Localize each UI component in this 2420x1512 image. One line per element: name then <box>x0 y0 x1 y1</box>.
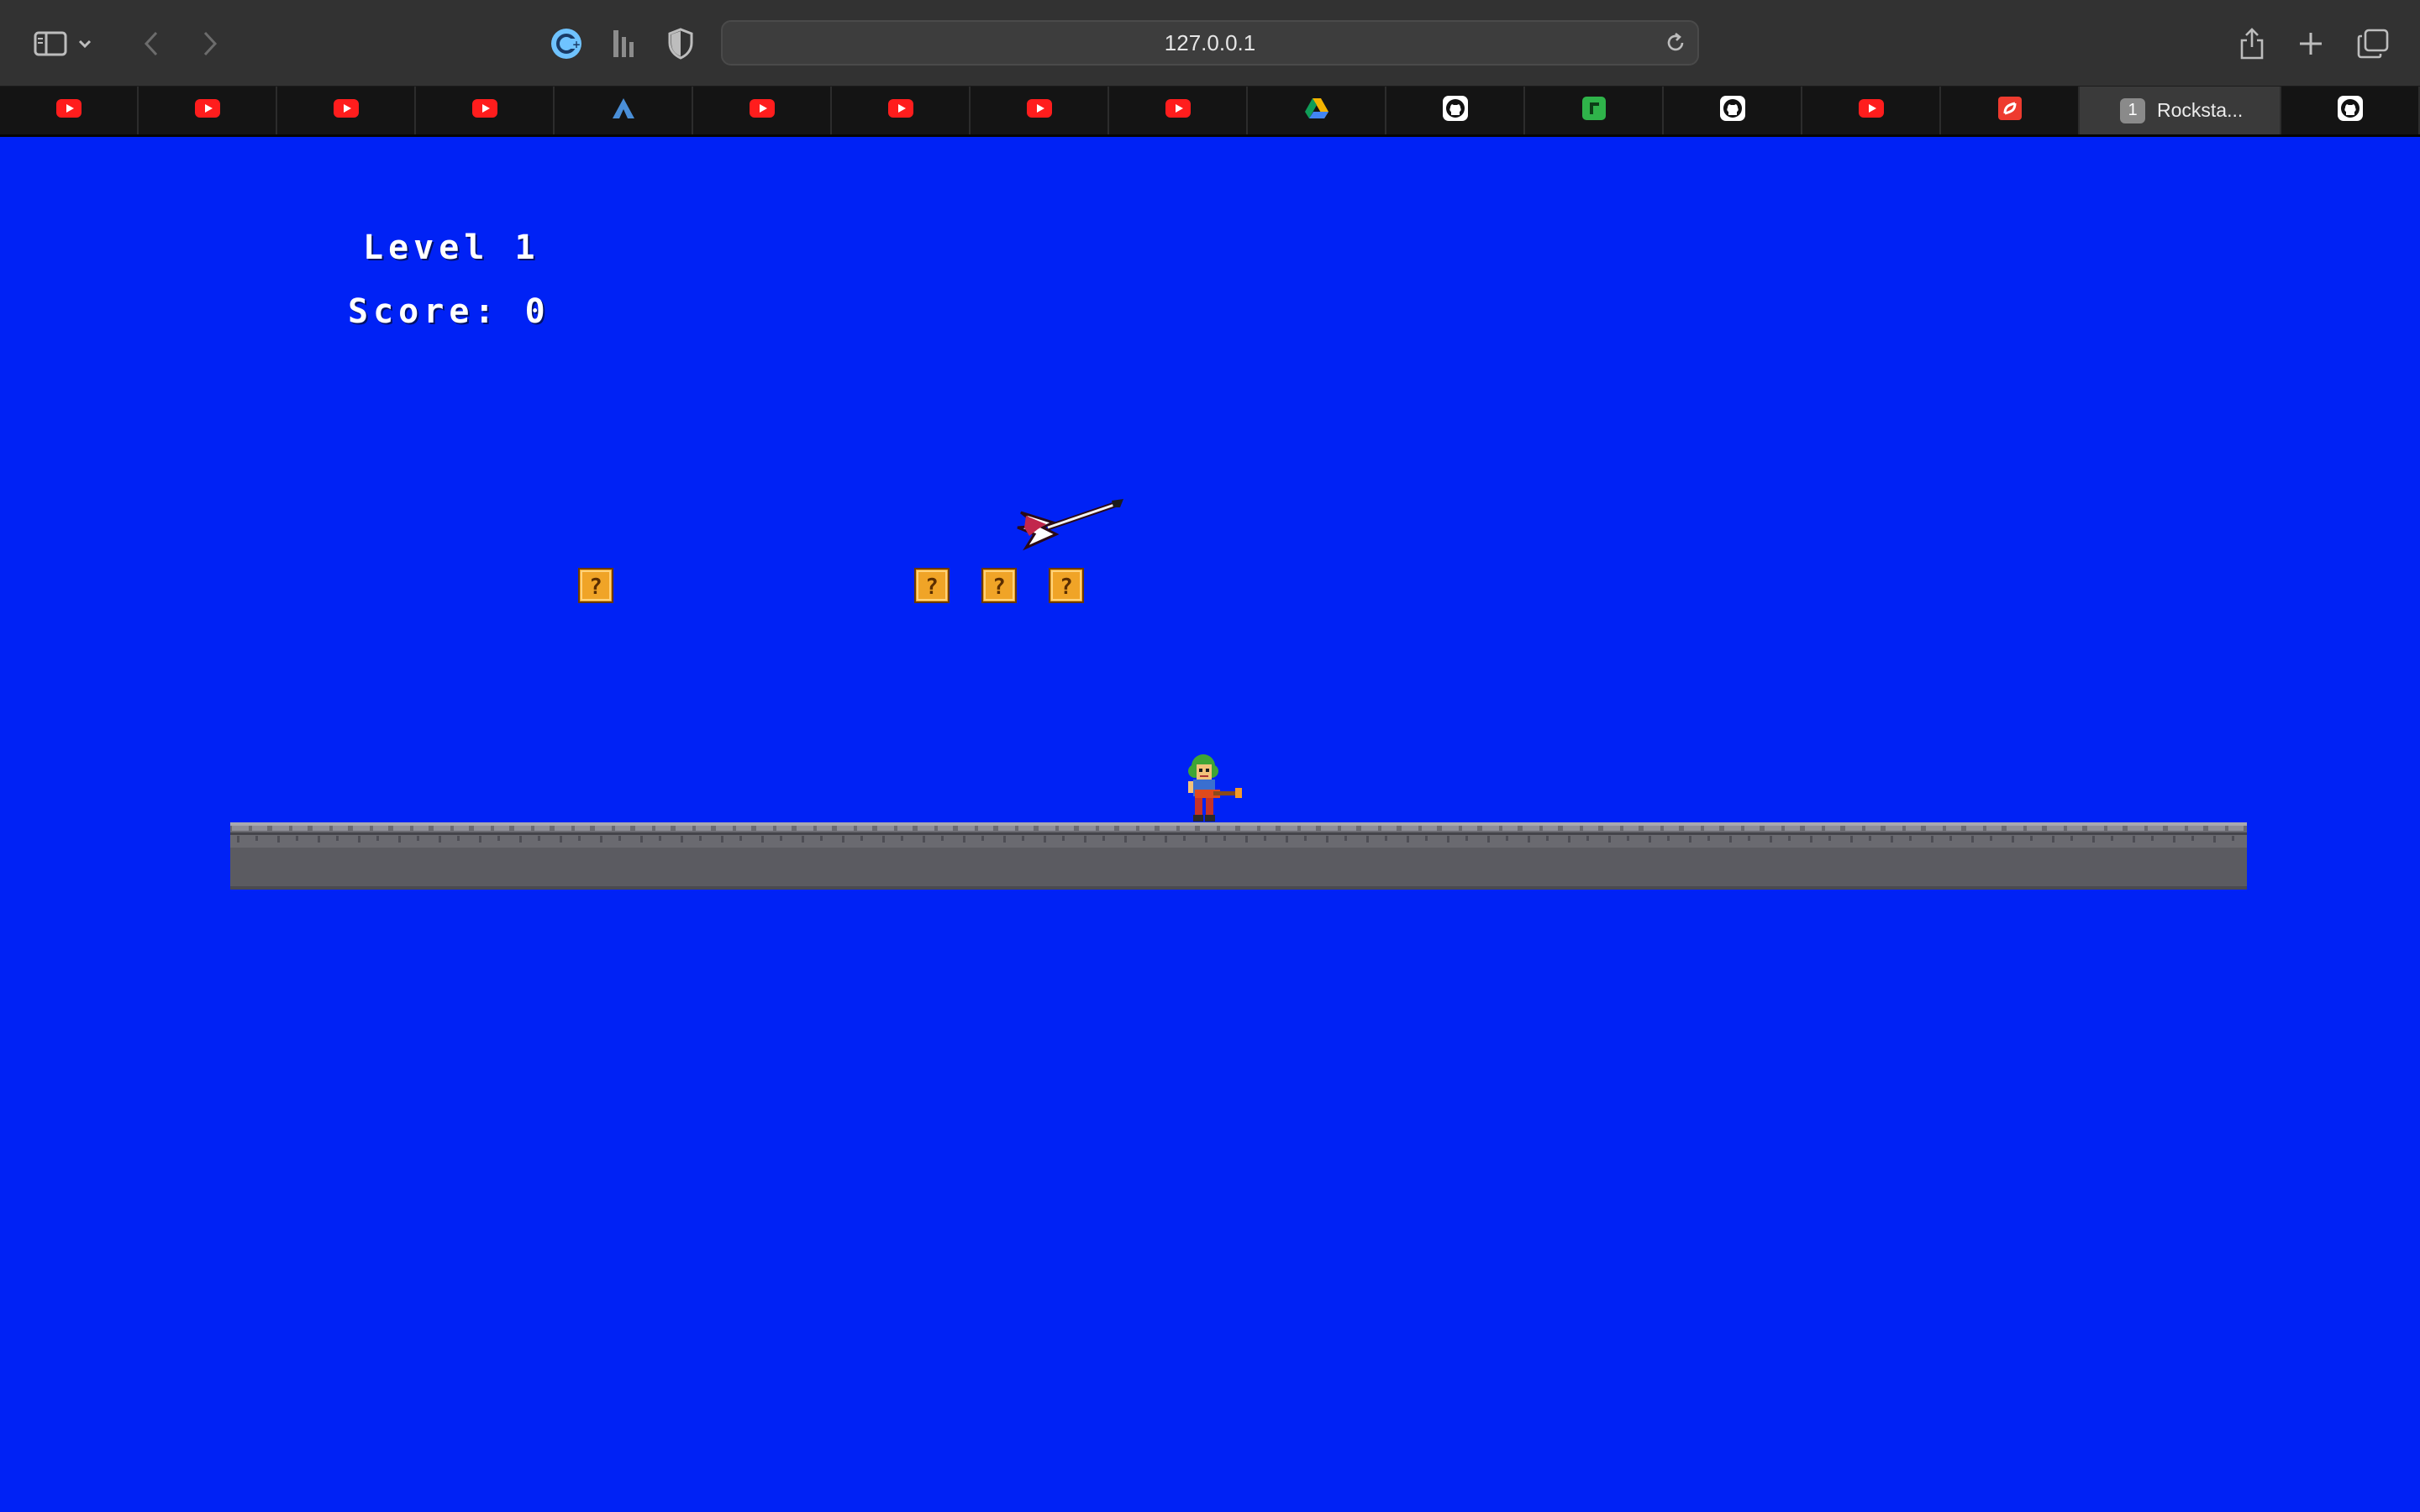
tab-active[interactable]: 1 Rocksta... <box>2080 87 2281 134</box>
level-label: Level 1 <box>363 228 540 267</box>
svg-text:?: ? <box>1060 575 1073 600</box>
tab[interactable] <box>277 87 416 134</box>
tab[interactable] <box>1941 87 2080 134</box>
youtube-icon <box>55 99 82 122</box>
tab[interactable] <box>0 87 139 134</box>
svg-text:?: ? <box>589 575 602 600</box>
player-character <box>1188 754 1242 822</box>
tab[interactable] <box>832 87 971 134</box>
share-icon[interactable] <box>2230 22 2274 66</box>
github-icon <box>1442 96 1468 125</box>
tab[interactable] <box>555 87 693 134</box>
tab-overview-icon[interactable] <box>2351 22 2395 66</box>
url-text: 127.0.0.1 <box>1164 29 1256 55</box>
svg-text:?: ? <box>925 575 939 600</box>
tab[interactable] <box>1664 87 1802 134</box>
arch-icon <box>612 97 635 123</box>
tab[interactable] <box>693 87 832 134</box>
github-icon <box>2337 96 2363 125</box>
tab[interactable] <box>1248 87 1386 134</box>
svg-text:+: + <box>572 39 581 50</box>
tab[interactable] <box>1525 87 1664 134</box>
question-block: ? <box>981 568 1017 603</box>
tab[interactable] <box>1386 87 1525 134</box>
extension-bars-icon[interactable] <box>602 22 645 66</box>
tab[interactable] <box>971 87 1109 134</box>
game-canvas[interactable]: Level 1 Score: 0 ? ? ? ? <box>0 136 2420 1512</box>
youtube-icon <box>1165 99 1191 122</box>
ground-platform <box>230 822 2247 890</box>
google-drive-icon <box>1304 97 1329 123</box>
youtube-icon <box>194 99 220 122</box>
tab-badge: 1 <box>2120 97 2145 123</box>
youtube-icon <box>887 99 913 122</box>
chevron-down-icon[interactable] <box>72 22 97 66</box>
browser-toolbar: + 127.0.0.1 <box>0 0 2420 87</box>
youtube-icon <box>1026 99 1052 122</box>
new-tab-icon[interactable] <box>2289 22 2333 66</box>
back-icon[interactable] <box>129 22 173 66</box>
question-block: ? <box>914 568 950 603</box>
youtube-icon <box>471 99 497 122</box>
sidebar-toggle-icon[interactable] <box>29 22 72 66</box>
privacy-shield-icon[interactable] <box>659 22 702 66</box>
svg-text:?: ? <box>992 575 1006 600</box>
reload-icon[interactable] <box>1664 31 1687 59</box>
tab[interactable] <box>1109 87 1248 134</box>
tab[interactable] <box>416 87 555 134</box>
extension-c-icon[interactable]: + <box>544 22 588 66</box>
question-block: ? <box>578 568 613 603</box>
tab-title: Rocksta... <box>2157 99 2244 121</box>
tab-bar: 1 Rocksta... <box>0 87 2420 137</box>
score-label: Score: 0 <box>348 292 550 331</box>
green-app-icon <box>1581 97 1606 124</box>
forward-icon[interactable] <box>188 22 232 66</box>
tab[interactable] <box>2281 87 2420 134</box>
address-bar[interactable]: 127.0.0.1 <box>721 20 1699 66</box>
youtube-icon <box>333 99 359 122</box>
github-icon <box>1719 96 1745 125</box>
youtube-icon <box>1858 99 1884 122</box>
tab[interactable] <box>1802 87 1941 134</box>
question-block: ? <box>1049 568 1084 603</box>
tab[interactable] <box>139 87 277 134</box>
guitar-sprite <box>1017 499 1123 551</box>
red-app-icon <box>1997 97 2022 124</box>
youtube-icon <box>749 99 775 122</box>
